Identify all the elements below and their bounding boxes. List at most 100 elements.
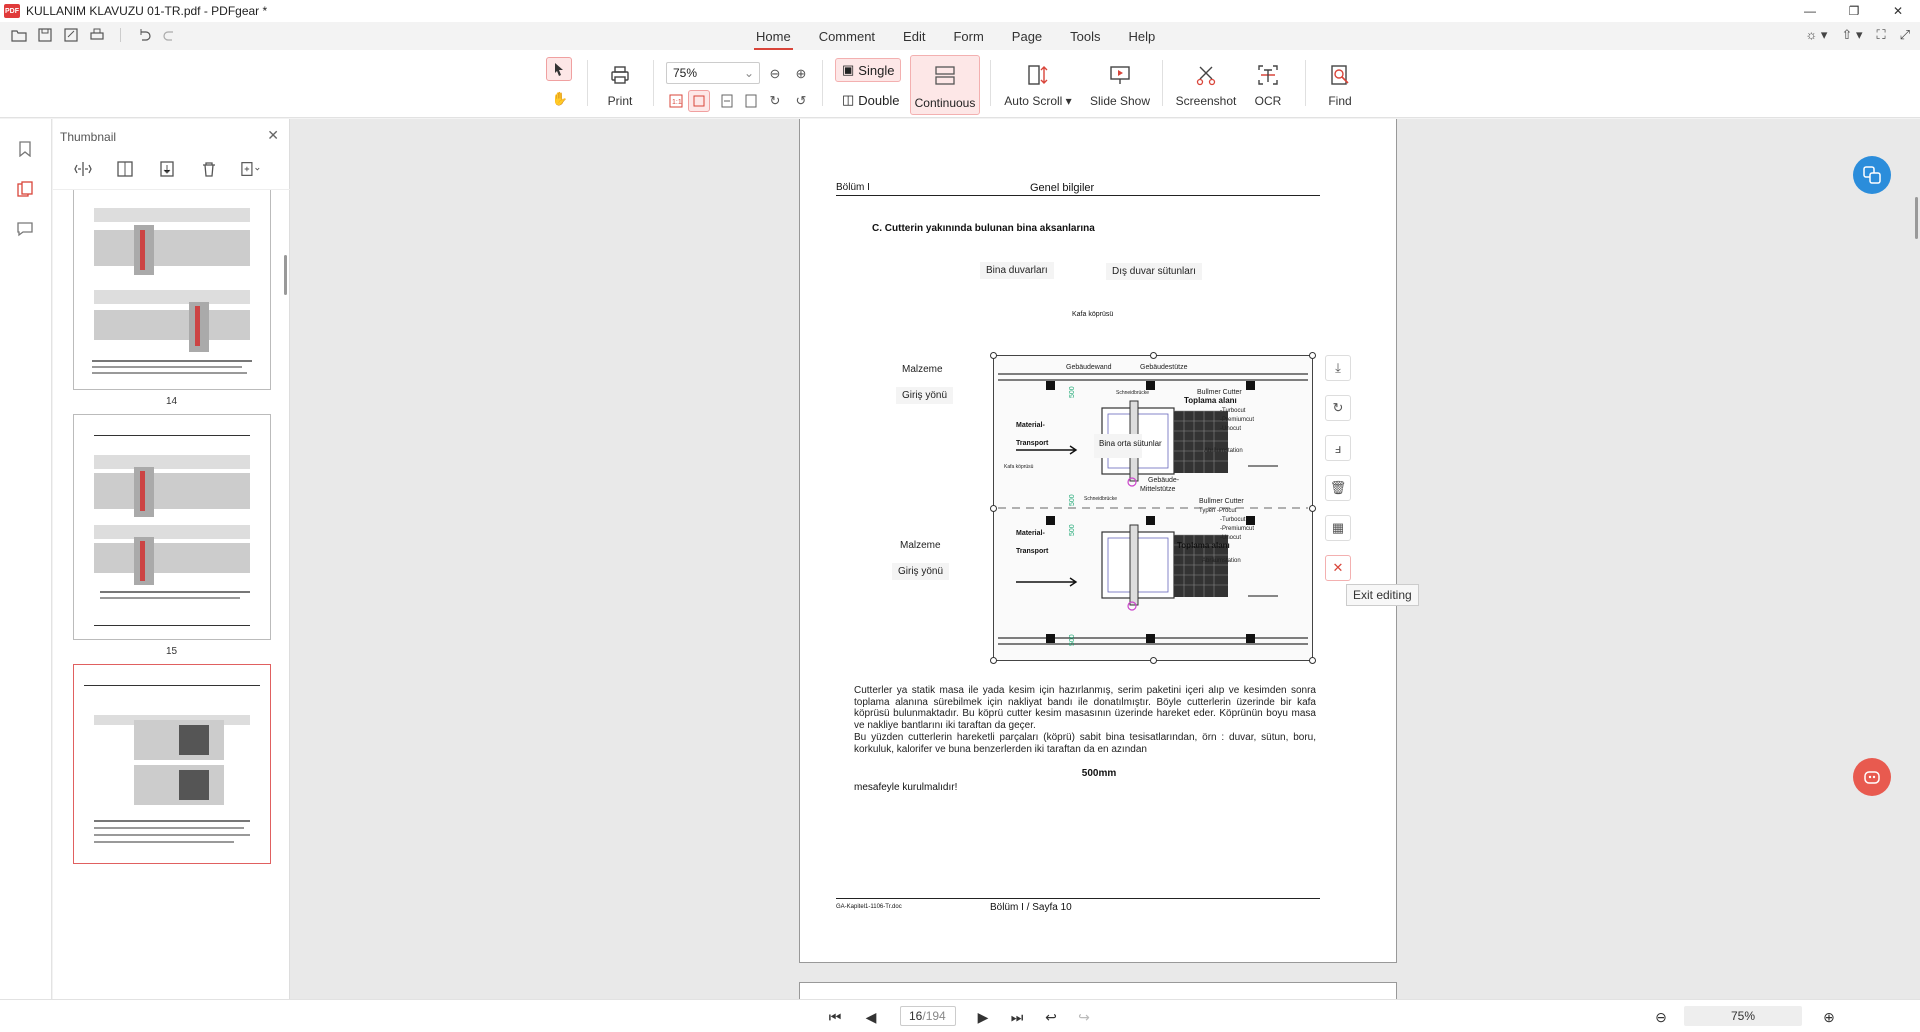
slide-show-button[interactable]: Slide Show	[1090, 60, 1150, 108]
menu-home[interactable]: Home	[742, 27, 805, 50]
rotate-image-icon[interactable]: ↻	[1325, 395, 1351, 421]
thumbnail-list[interactable]: 14 15	[53, 189, 290, 999]
ai-assistant-icon[interactable]	[1853, 758, 1891, 796]
zoom-select[interactable]: 75% ⌄	[666, 62, 760, 84]
close-panel-icon[interactable]: ✕	[267, 127, 279, 144]
thumbnail-page-current[interactable]	[73, 664, 271, 864]
first-page-icon[interactable]: ⏮	[826, 1008, 844, 1026]
theme-icon[interactable]: ☼ ▾	[1805, 27, 1827, 43]
actual-size-icon[interactable]: 1:1	[667, 92, 685, 110]
screenshot-button[interactable]: Screenshot	[1174, 60, 1238, 108]
save-icon[interactable]	[36, 26, 54, 44]
maximize-button[interactable]: ❐	[1832, 0, 1876, 22]
menu-help[interactable]: Help	[1115, 27, 1170, 47]
document-scrollbar[interactable]	[1915, 197, 1918, 239]
thumbnail-scrollbar[interactable]	[284, 255, 287, 295]
label-malzeme-2: Malzeme	[894, 537, 947, 554]
paragraph-2: Bu yüzden cutterlerin hareketli parçalar…	[854, 732, 1316, 755]
thumbnail-panel-title: Thumbnail	[60, 130, 117, 144]
selected-image[interactable]: 500 500 500 500 Gebäudewand Gebäudestütz…	[990, 352, 1316, 664]
fit-page-icon[interactable]	[688, 90, 710, 112]
collapse-icon[interactable]: ⤢	[1900, 27, 1910, 43]
title-bar: PDF KULLANIM KLAVUZU 01-TR.pdf - PDFgear…	[0, 0, 1920, 22]
undo-icon[interactable]	[135, 26, 153, 44]
next-page-icon[interactable]: ▶	[974, 1008, 992, 1026]
zoom-in-icon[interactable]: ⊕	[1820, 1008, 1838, 1026]
previous-page-icon[interactable]: ◀	[862, 1008, 880, 1026]
zoom-out-icon[interactable]: ⊖	[1652, 1008, 1670, 1026]
resize-handle[interactable]	[1309, 352, 1316, 359]
replace-image-icon[interactable]: ⅎ	[1325, 435, 1351, 461]
menu-edit[interactable]: Edit	[889, 27, 939, 47]
save-as-icon[interactable]	[62, 26, 80, 44]
double-page-button[interactable]: ◫ Double	[836, 88, 906, 112]
fullscreen-icon[interactable]: ⛶	[1876, 27, 1885, 43]
split-page-icon[interactable]	[73, 159, 93, 179]
quick-access-bar	[10, 26, 179, 44]
resize-handle[interactable]	[990, 505, 997, 512]
delete-page-icon[interactable]	[199, 159, 219, 179]
back-view-icon[interactable]: ↩	[1042, 1008, 1060, 1026]
find-button[interactable]: Find	[1322, 60, 1358, 108]
thumbnail-page[interactable]	[73, 190, 271, 390]
footer-filename: GA-Kapitel1-1106-Tr.doc	[836, 904, 902, 910]
rotate-right-icon[interactable]: ↻	[766, 92, 784, 110]
fit-height-icon[interactable]	[742, 92, 760, 110]
current-page: 16	[909, 1009, 923, 1023]
zoom-in-icon[interactable]: ⊕	[792, 65, 810, 83]
divider	[990, 60, 991, 106]
svg-text:Gebäudewand: Gebäudewand	[1066, 364, 1112, 371]
resize-handle[interactable]	[990, 352, 997, 359]
auto-scroll-button[interactable]: Auto Scroll ▾	[1004, 60, 1072, 108]
single-page-button[interactable]: ▣ Single	[835, 58, 902, 82]
hand-tool-icon[interactable]: ✋	[551, 90, 569, 108]
divider	[587, 60, 588, 106]
minimize-button[interactable]: —	[1788, 0, 1832, 22]
continuous-label: Continuous	[914, 96, 976, 110]
download-image-icon[interactable]: ⤓	[1325, 355, 1351, 381]
ribbon-toolbar: ✋ Print 75% ⌄ ⊖ ⊕ 1:1 ↻ ↺ ▣ Single ◫ Double…	[0, 50, 1920, 118]
print-icon[interactable]	[88, 26, 106, 44]
translate-icon[interactable]	[1853, 156, 1891, 194]
resize-handle[interactable]	[990, 657, 997, 664]
delete-image-icon[interactable]: 🗑	[1325, 475, 1351, 501]
crop-image-icon[interactable]: ▦	[1325, 515, 1351, 541]
resize-handle[interactable]	[1150, 352, 1157, 359]
fit-width-icon[interactable]	[718, 92, 736, 110]
resize-handle[interactable]	[1309, 657, 1316, 664]
resize-handle[interactable]	[1150, 657, 1157, 664]
label-malzeme-1: Malzeme	[896, 361, 949, 378]
forward-view-icon[interactable]: ↪	[1075, 1008, 1093, 1026]
bookmark-icon[interactable]	[15, 139, 35, 159]
label-giris-2: Giriş yönü	[892, 563, 950, 580]
main-menu: Home Comment Edit Form Page Tools Help	[742, 27, 1170, 50]
comments-icon[interactable]	[15, 219, 35, 239]
continuous-button[interactable]: Continuous	[910, 55, 980, 115]
document-viewport[interactable]: Bölüm I Genel bilgiler C. Cutterin yakın…	[290, 119, 1920, 999]
thumbnail-icon[interactable]	[15, 179, 35, 199]
redo-icon[interactable]	[161, 26, 179, 44]
print-button[interactable]: Print	[600, 60, 640, 108]
last-page-icon[interactable]: ⏭	[1008, 1008, 1026, 1026]
add-page-icon[interactable]	[241, 159, 261, 179]
zoom-out-icon[interactable]: ⊖	[766, 65, 784, 83]
menu-form[interactable]: Form	[939, 27, 997, 47]
extract-page-icon[interactable]	[157, 159, 177, 179]
thumbnail-page[interactable]	[73, 414, 271, 640]
exit-editing-icon[interactable]: ✕	[1325, 555, 1351, 581]
page-number-input[interactable]: 16/194	[900, 1006, 956, 1026]
close-button[interactable]: ✕	[1876, 0, 1920, 22]
zoom-level-field[interactable]: 75%	[1684, 1006, 1802, 1026]
menu-tools[interactable]: Tools	[1056, 27, 1114, 47]
rotate-left-icon[interactable]: ↺	[792, 92, 810, 110]
select-tool-icon[interactable]	[546, 57, 572, 81]
divider	[1162, 60, 1163, 106]
menu-comment[interactable]: Comment	[805, 27, 889, 47]
share-icon[interactable]: ⇧ ▾	[1841, 27, 1862, 43]
resize-handle[interactable]	[1309, 505, 1316, 512]
menu-page[interactable]: Page	[998, 27, 1056, 47]
open-folder-icon[interactable]	[10, 26, 28, 44]
ocr-button[interactable]: OCR	[1250, 60, 1286, 108]
insert-page-icon[interactable]	[115, 159, 135, 179]
svg-text:-Turbocut: -Turbocut	[1220, 517, 1246, 523]
